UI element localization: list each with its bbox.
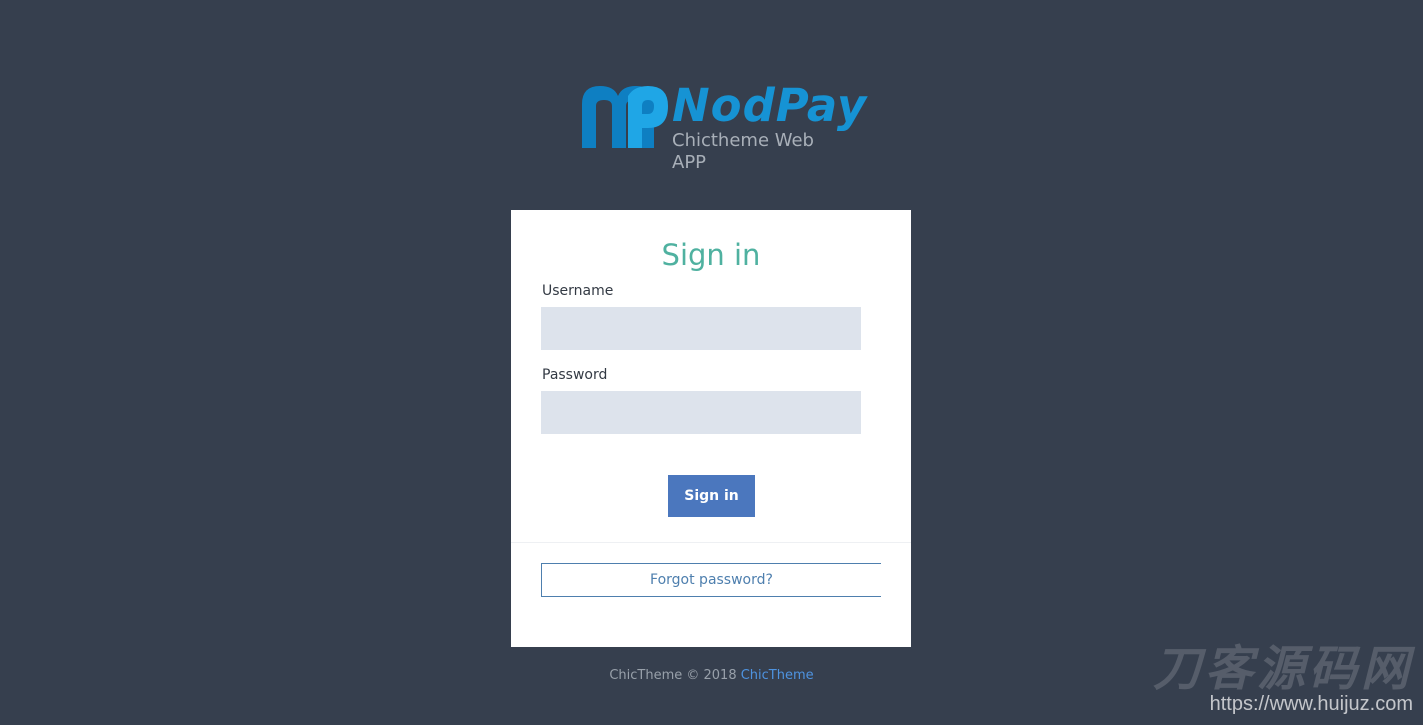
watermark: 刀客源码网 https://www.huijuz.com xyxy=(1153,642,1413,716)
watermark-chinese: 刀客源码网 xyxy=(1152,643,1413,696)
signin-card: Sign in Username Password Sign in Forgot… xyxy=(511,210,911,647)
password-label: Password xyxy=(542,367,608,383)
username-input[interactable] xyxy=(541,307,861,350)
username-label: Username xyxy=(542,283,614,299)
brand-name: NodPay xyxy=(672,79,868,132)
signin-button[interactable]: Sign in xyxy=(668,475,755,517)
mp-logo-icon xyxy=(582,86,668,148)
footer-copyright: ChicTheme © 2018 xyxy=(609,668,737,683)
footer-link[interactable]: ChicTheme xyxy=(741,668,814,683)
card-divider xyxy=(511,542,911,543)
brand-tagline: Chictheme Web APP xyxy=(672,130,814,173)
app-logo: NodPay Chictheme Web APP xyxy=(580,82,866,173)
password-input[interactable] xyxy=(541,391,861,434)
signin-title: Sign in xyxy=(661,238,761,272)
forgot-password-link[interactable]: Forgot password? xyxy=(541,563,881,597)
